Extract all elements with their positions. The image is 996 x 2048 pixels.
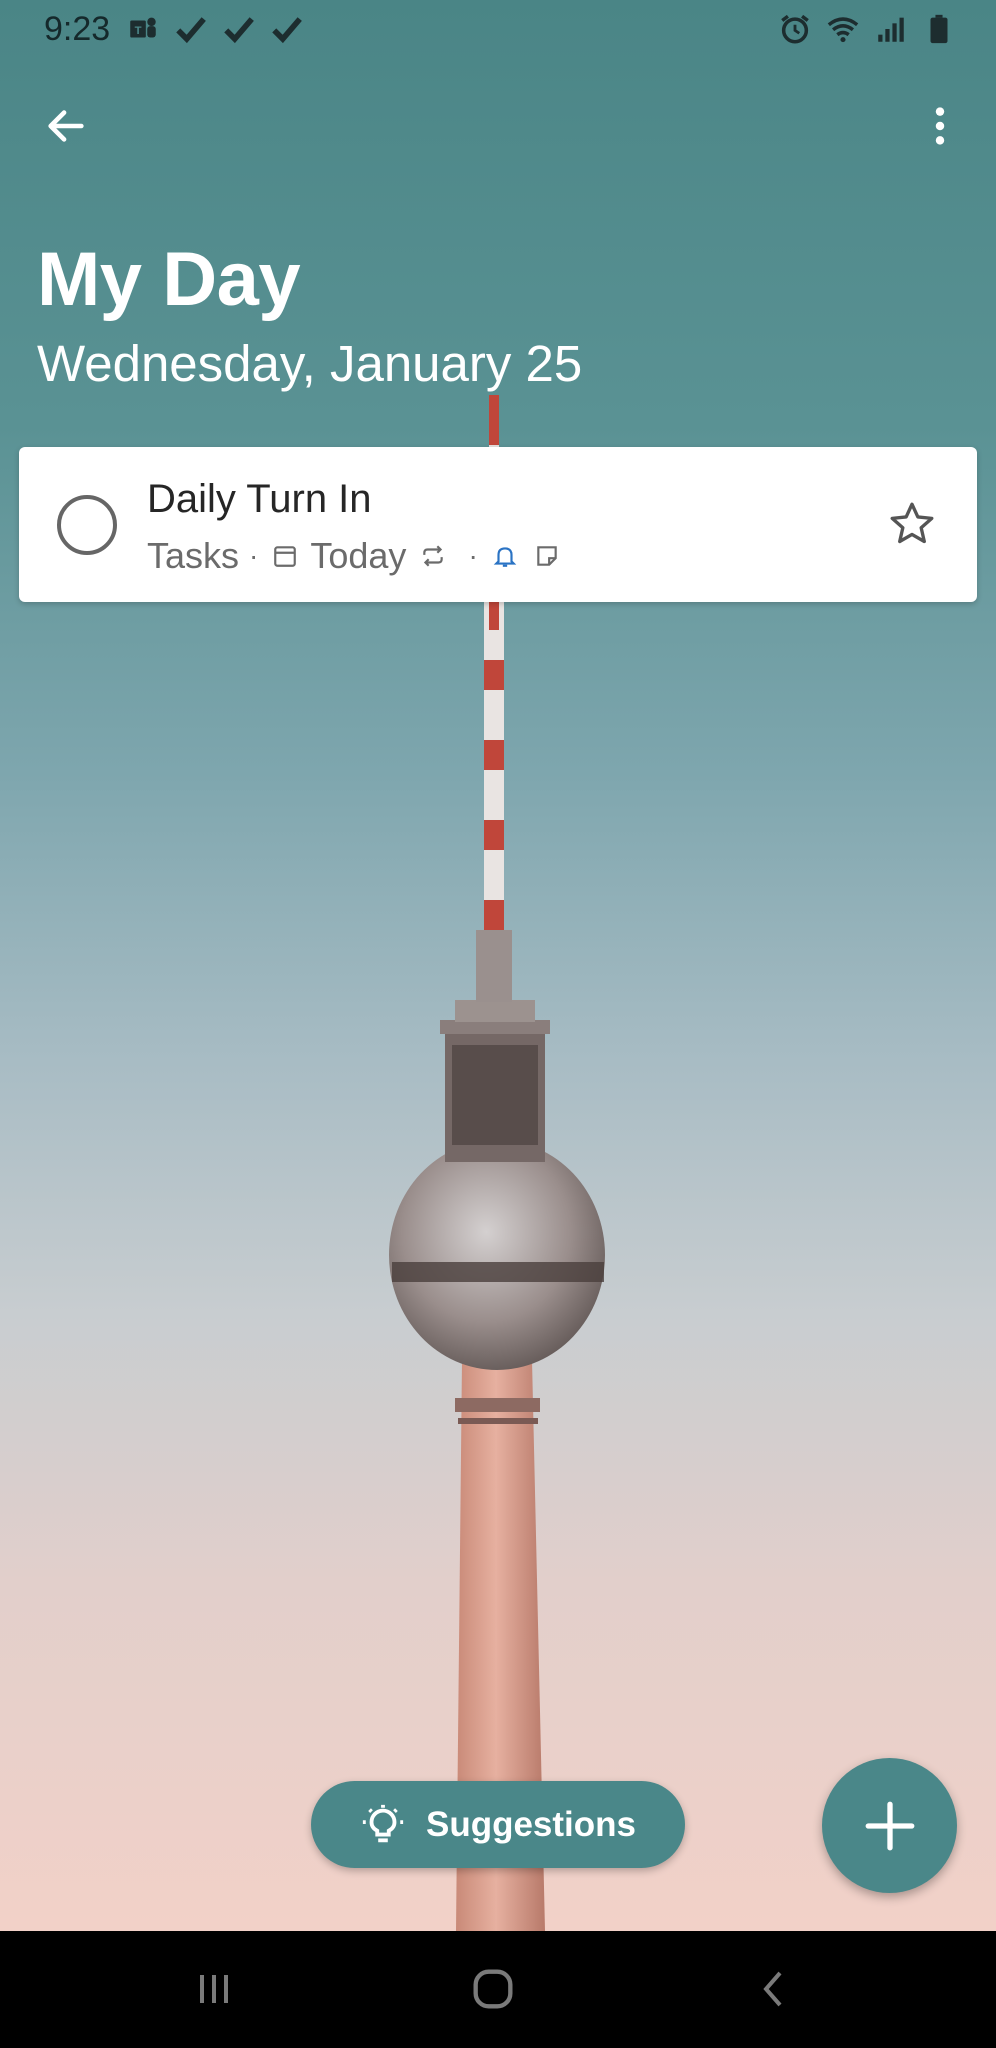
back-button[interactable] <box>36 96 96 156</box>
repeat-icon <box>423 545 444 567</box>
calendar-icon <box>274 546 297 567</box>
more-options-button[interactable] <box>910 96 970 156</box>
plus-icon <box>865 1801 914 1850</box>
wifi-icon <box>827 17 859 43</box>
task-due-date: Today <box>310 535 407 576</box>
suggestions-label: Suggestions <box>425 1804 637 1844</box>
page-title: My Day <box>37 237 301 322</box>
check-icon <box>176 17 206 44</box>
page-date: Wednesday, January 25 <box>37 335 583 392</box>
task-meta: Tasks · Today · <box>147 535 572 577</box>
task-complete-checkbox[interactable] <box>57 495 117 555</box>
suggestions-button[interactable]: Suggestions <box>311 1781 685 1868</box>
back-icon <box>763 1971 782 2007</box>
signal-icon <box>878 17 904 42</box>
notification-icons: T <box>126 12 304 46</box>
task-item[interactable]: Daily Turn In Tasks · Today · <box>19 447 977 602</box>
home-icon <box>473 1969 513 2009</box>
check-icon <box>224 17 254 44</box>
task-list-name: Tasks <box>147 535 240 576</box>
navigation-bar <box>0 1931 996 2048</box>
nav-back-button[interactable] <box>744 1959 804 2019</box>
more-vert-icon <box>935 107 945 145</box>
status-time: 9:23 <box>44 10 111 48</box>
app-screen: 9:23 T My Day Wednesday, January 25 Dail… <box>0 0 996 1931</box>
svg-text:T: T <box>135 25 142 37</box>
reminder-bell-icon <box>493 547 517 567</box>
home-button[interactable] <box>463 1959 523 2019</box>
recents-icon <box>200 1975 228 2003</box>
recents-button[interactable] <box>184 1959 244 2019</box>
note-icon <box>537 546 557 566</box>
star-icon[interactable] <box>887 499 937 549</box>
teams-icon: T <box>130 17 156 38</box>
battery-icon <box>930 14 948 44</box>
status-bar: 9:23 T <box>0 0 996 60</box>
task-title: Daily Turn In <box>147 477 372 521</box>
add-task-button[interactable] <box>822 1758 957 1893</box>
separator: · <box>468 540 478 571</box>
arrow-left-icon <box>48 110 84 142</box>
check-icon <box>272 17 302 44</box>
lightbulb-icon <box>362 1804 404 1842</box>
separator: · <box>249 540 259 571</box>
system-icons <box>778 12 956 46</box>
alarm-icon <box>781 14 809 44</box>
